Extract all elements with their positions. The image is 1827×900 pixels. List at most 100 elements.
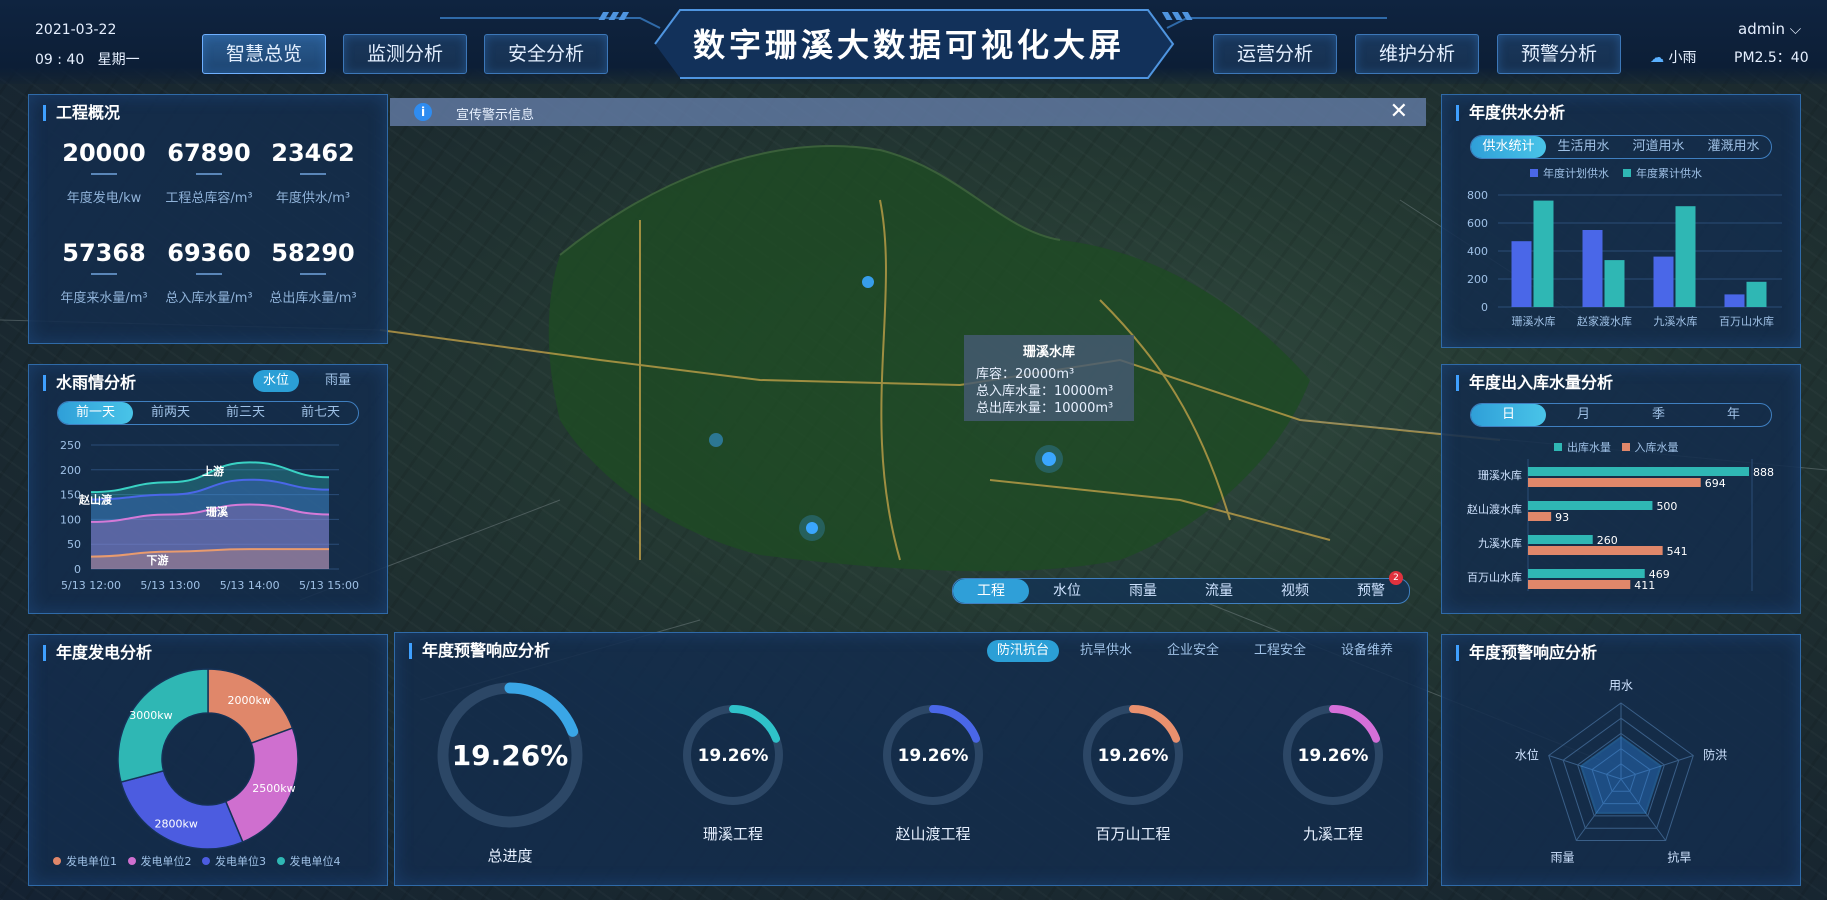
time-display: 09 : 40 星期一 bbox=[35, 49, 140, 69]
power-legend: 发电单位1 发电单位2 发电单位3 发电单位4 bbox=[53, 853, 341, 869]
response-panel: 年度预警响应分析 防汛抗台 抗旱供水 企业安全 工程安全 设备维养 19.26%… bbox=[394, 632, 1428, 886]
nav-operation-analysis[interactable]: 运营分析 bbox=[1213, 34, 1337, 74]
gauge-value: 19.26% bbox=[1298, 746, 1369, 766]
tab-period-month[interactable]: 月 bbox=[1546, 404, 1621, 426]
username: admin bbox=[1738, 20, 1785, 38]
y-tick-label: 150 bbox=[60, 489, 81, 502]
tab-day-3[interactable]: 前三天 bbox=[208, 402, 283, 424]
y-tick-label: 0 bbox=[1481, 301, 1488, 314]
chevron-down-icon: ⌵ bbox=[1789, 20, 1802, 38]
pill-rainfall[interactable]: 雨量 bbox=[315, 370, 361, 392]
hbar-value: 694 bbox=[1705, 477, 1726, 490]
hbar-value: 93 bbox=[1555, 511, 1569, 524]
pie-slice-label: 2800kw bbox=[155, 818, 198, 831]
legend-item-4: 发电单位4 bbox=[276, 855, 341, 868]
gauge-arc bbox=[929, 705, 981, 743]
y-tick-label: 200 bbox=[1467, 273, 1488, 286]
pie-slice-label: 2000kw bbox=[228, 694, 271, 707]
user-menu[interactable]: admin ⌵ bbox=[1738, 20, 1801, 38]
power-title: 年度发电分析 bbox=[43, 645, 152, 661]
inout-panel: 年度出入库水量分析 日 月 季 年 出库水量 入库水量 珊溪水库 888 694 赵山… bbox=[1441, 364, 1801, 614]
tab-irrigation[interactable]: 灌溉用水 bbox=[1696, 136, 1771, 158]
nav-monitor-analysis[interactable]: 监测分析 bbox=[343, 34, 467, 74]
tab-river[interactable]: 河道用水 bbox=[1621, 136, 1696, 158]
pie-slice-label: 2500kw bbox=[252, 782, 295, 795]
legend-label: 发电单位4 bbox=[289, 855, 341, 868]
map-tab-rainfall[interactable]: 雨量 bbox=[1105, 579, 1181, 603]
inout-legend: 出库水量 入库水量 bbox=[1554, 439, 1679, 455]
gauge-value: 19.26% bbox=[1098, 746, 1169, 766]
tab-period-day[interactable]: 日 bbox=[1471, 404, 1546, 426]
top-header: 2021-03-22 09 : 40 星期一 智慧总览 监测分析 安全分析 数字… bbox=[0, 0, 1827, 84]
rain-chart: 0 50 100 150 200 250 5/13 12:00 5/13 13:00 5/13 … bbox=[60, 439, 359, 592]
map-tab-water-level[interactable]: 水位 bbox=[1029, 579, 1105, 603]
y-tick-label: 200 bbox=[60, 464, 81, 477]
gauge-arc bbox=[1329, 705, 1381, 743]
legend-cumulative: 年度累计供水 bbox=[1623, 167, 1702, 180]
tab-period-quarter[interactable]: 季 bbox=[1621, 404, 1696, 426]
weather-display: ☁ 小雨 bbox=[1650, 47, 1696, 67]
legend-plan: 年度计划供水 bbox=[1530, 167, 1609, 180]
x-tick-label: 珊溪水库 bbox=[1512, 315, 1556, 328]
bar-年度累计供水 bbox=[1746, 281, 1767, 307]
rain-day-tabs: 前一天 前两天 前三天 前七天 bbox=[57, 401, 359, 425]
map-tab-warning-label: 预警 bbox=[1357, 583, 1385, 599]
close-icon[interactable]: ✕ bbox=[1390, 99, 1408, 124]
bar-年度计划供水 bbox=[1653, 256, 1674, 307]
nav-smart-overview[interactable]: 智慧总览 bbox=[202, 34, 326, 74]
y-tick-label: 0 bbox=[74, 563, 81, 576]
tab-supply-stats[interactable]: 供水统计 bbox=[1471, 136, 1546, 158]
gauge-value: 19.26% bbox=[698, 746, 769, 766]
tab-day-7[interactable]: 前七天 bbox=[283, 402, 358, 424]
x-tick-label: 九溪水库 bbox=[1654, 315, 1698, 328]
hbar-value: 541 bbox=[1667, 545, 1688, 558]
pie-slice-发电单位4 bbox=[117, 668, 209, 783]
radar-title: 年度预警响应分析 bbox=[1456, 645, 1597, 661]
gauge-arc bbox=[729, 705, 781, 743]
radar-axis-label: 防洪 bbox=[1703, 747, 1727, 762]
overview-title: 工程概况 bbox=[43, 105, 120, 121]
map-tab-video[interactable]: 视频 bbox=[1257, 579, 1333, 603]
y-tick-label: 九溪水库 bbox=[1478, 537, 1522, 550]
nav-safety-analysis[interactable]: 安全分析 bbox=[484, 34, 608, 74]
hbar-出库水量 bbox=[1528, 467, 1750, 476]
y-tick-label: 赵山渡水库 bbox=[1467, 502, 1522, 516]
map-tab-project[interactable]: 工程 bbox=[953, 579, 1029, 603]
legend-label: 年度计划供水 bbox=[1543, 167, 1609, 180]
hbar-入库水量 bbox=[1528, 546, 1663, 555]
x-tick-label: 百万山水库 bbox=[1719, 315, 1774, 328]
y-tick-label: 400 bbox=[1467, 245, 1488, 258]
gauge-value: 19.26% bbox=[452, 739, 569, 772]
gauge-value: 19.26% bbox=[898, 746, 969, 766]
map-tab-flow[interactable]: 流量 bbox=[1181, 579, 1257, 603]
radar-axis-label: 水位 bbox=[1515, 747, 1539, 762]
time-text: 09 : 40 bbox=[35, 52, 85, 68]
tab-day-2[interactable]: 前两天 bbox=[133, 402, 208, 424]
x-tick-label: 5/13 15:00 bbox=[299, 579, 359, 592]
tab-domestic[interactable]: 生活用水 bbox=[1546, 136, 1621, 158]
rain-panel: 水雨情分析 水位 雨量 前一天 前两天 前三天 前七天 0 50 100 150 200… bbox=[28, 364, 388, 614]
warning-badge: 2 bbox=[1389, 571, 1403, 585]
radar-axis-label: 雨量 bbox=[1551, 850, 1575, 864]
tab-period-year[interactable]: 年 bbox=[1696, 404, 1771, 426]
series-label-shangyou: 上游 bbox=[202, 464, 224, 478]
pm25-display: PM2.5：40 bbox=[1734, 50, 1809, 66]
x-tick-label: 赵家渡水库 bbox=[1577, 314, 1632, 328]
rain-title: 水雨情分析 bbox=[43, 375, 136, 391]
map-popup: 珊溪水库 库容：20000m³ 总入库水量：10000m³ 总出库水量：1000… bbox=[964, 335, 1134, 421]
y-tick-label: 珊溪水库 bbox=[1478, 469, 1522, 482]
inout-hbar-chart: 珊溪水库 888694赵山渡水库 50093九溪水库 260541百万山水库 46941… bbox=[1467, 459, 1774, 592]
hbar-value: 260 bbox=[1597, 534, 1618, 547]
stat-value: 23462 bbox=[271, 139, 355, 167]
nav-warning-analysis[interactable]: 预警分析 bbox=[1497, 34, 1621, 74]
series-label-xiayou: 下游 bbox=[147, 553, 169, 567]
legend-label: 发电单位1 bbox=[66, 855, 117, 868]
nav-maintenance-analysis[interactable]: 维护分析 bbox=[1355, 34, 1479, 74]
map-tab-warning[interactable]: 预警 2 bbox=[1333, 571, 1409, 603]
stat-label: 总出库水量/m³ bbox=[269, 291, 357, 306]
tab-day-1[interactable]: 前一天 bbox=[58, 402, 133, 424]
legend-label: 入库水量 bbox=[1634, 441, 1679, 454]
hbar-value: 888 bbox=[1753, 466, 1774, 479]
pill-water-level[interactable]: 水位 bbox=[253, 370, 300, 392]
bar-年度计划供水 bbox=[1582, 230, 1603, 307]
